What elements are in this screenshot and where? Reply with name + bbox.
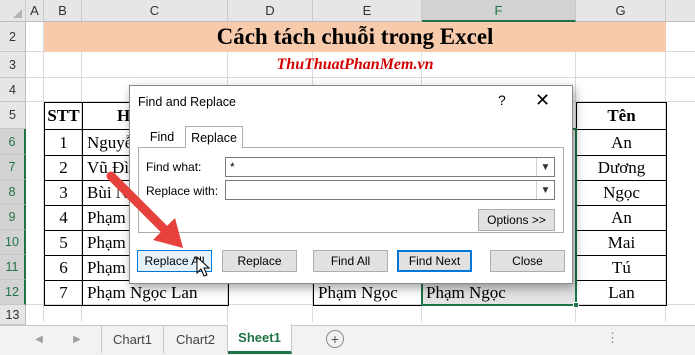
cell-ten[interactable]: An	[576, 205, 667, 231]
cell-stt[interactable]: 7	[44, 280, 83, 306]
cell-ten[interactable]: Lan	[576, 280, 667, 306]
prev-sheet-icon[interactable]: ◀	[32, 331, 46, 347]
cell-stt[interactable]: 4	[44, 205, 83, 231]
sheet-title[interactable]: Cách tách chuỗi trong Excel	[44, 22, 666, 52]
cell-ten[interactable]: Ngọc	[576, 180, 667, 206]
fill-handle[interactable]	[573, 302, 579, 308]
dialog-title: Find and Replace	[138, 95, 236, 109]
sheet-tab-sheet1[interactable]: Sheet1	[228, 324, 292, 354]
row-header[interactable]: 3	[0, 52, 26, 78]
find-all-button[interactable]: Find All	[313, 250, 388, 272]
row-header[interactable]: 5	[0, 102, 26, 129]
next-sheet-icon[interactable]: ▶	[70, 331, 84, 347]
column-header-d[interactable]: D	[228, 0, 313, 22]
select-all-corner[interactable]	[0, 0, 26, 22]
cell-stt[interactable]: 3	[44, 180, 83, 206]
row-header[interactable]: 6	[0, 129, 26, 155]
find-next-button[interactable]: Find Next	[397, 250, 472, 272]
annotation-arrow	[106, 171, 183, 248]
row-header[interactable]: 4	[0, 78, 26, 102]
cell-stt[interactable]: 2	[44, 155, 83, 181]
column-header-h[interactable]	[666, 0, 695, 22]
cell-ten[interactable]: Dương	[576, 155, 667, 181]
close-button[interactable]: Close	[490, 250, 565, 272]
header-stt[interactable]: STT	[44, 102, 83, 130]
row-header[interactable]: 7	[0, 155, 26, 180]
header-ten[interactable]: Tên	[576, 102, 667, 130]
cell-ten[interactable]: Tú	[576, 255, 667, 281]
column-header-g[interactable]: G	[576, 0, 666, 22]
cell-ten[interactable]: An	[576, 129, 667, 156]
column-header-b[interactable]: B	[44, 0, 82, 22]
chevron-down-icon[interactable]: ▼	[536, 181, 554, 199]
chevron-down-icon[interactable]: ▼	[536, 158, 554, 176]
column-header-c[interactable]: C	[82, 0, 228, 22]
sheet-subtitle[interactable]: ThuThuatPhanMem.vn	[44, 52, 666, 78]
more-tabs-icon[interactable]: ⋮	[606, 330, 619, 346]
find-what-combobox[interactable]: * ▼	[225, 157, 555, 177]
replace-button[interactable]: Replace	[222, 250, 297, 272]
add-sheet-icon[interactable]: +	[326, 330, 344, 348]
find-what-value: *	[230, 160, 235, 174]
row-header[interactable]: 8	[0, 180, 26, 205]
column-header-f[interactable]: F	[422, 0, 576, 22]
mouse-cursor-icon	[196, 256, 210, 277]
row-header[interactable]: 11	[0, 255, 26, 280]
header-ho[interactable]: H	[82, 102, 132, 130]
cell-stt[interactable]: 5	[44, 230, 83, 256]
row-header[interactable]: 2	[0, 22, 26, 52]
column-header-e[interactable]: E	[313, 0, 422, 22]
options-button[interactable]: Options >>	[478, 209, 555, 231]
tab-replace[interactable]: Replace	[185, 126, 243, 148]
sheet-tab-chart1[interactable]: Chart1	[101, 325, 164, 353]
sheet-tab-chart2[interactable]: Chart2	[164, 325, 228, 353]
row-header[interactable]: 10	[0, 230, 26, 255]
replace-with-combobox[interactable]: ▼	[225, 180, 555, 200]
row-header[interactable]: 13	[0, 305, 26, 325]
cell-stt[interactable]: 1	[44, 129, 83, 156]
tab-find[interactable]: Find	[142, 126, 182, 148]
help-icon[interactable]: ?	[498, 92, 506, 108]
cell-ten[interactable]: Mai	[576, 230, 667, 256]
row-header[interactable]: 9	[0, 205, 26, 230]
cell-name[interactable]: Nguyễ	[82, 129, 134, 156]
close-icon[interactable]: ✕	[535, 90, 550, 111]
column-header-a[interactable]: A	[26, 0, 44, 22]
row-header[interactable]: 12	[0, 280, 26, 305]
cell-stt[interactable]: 6	[44, 255, 83, 281]
